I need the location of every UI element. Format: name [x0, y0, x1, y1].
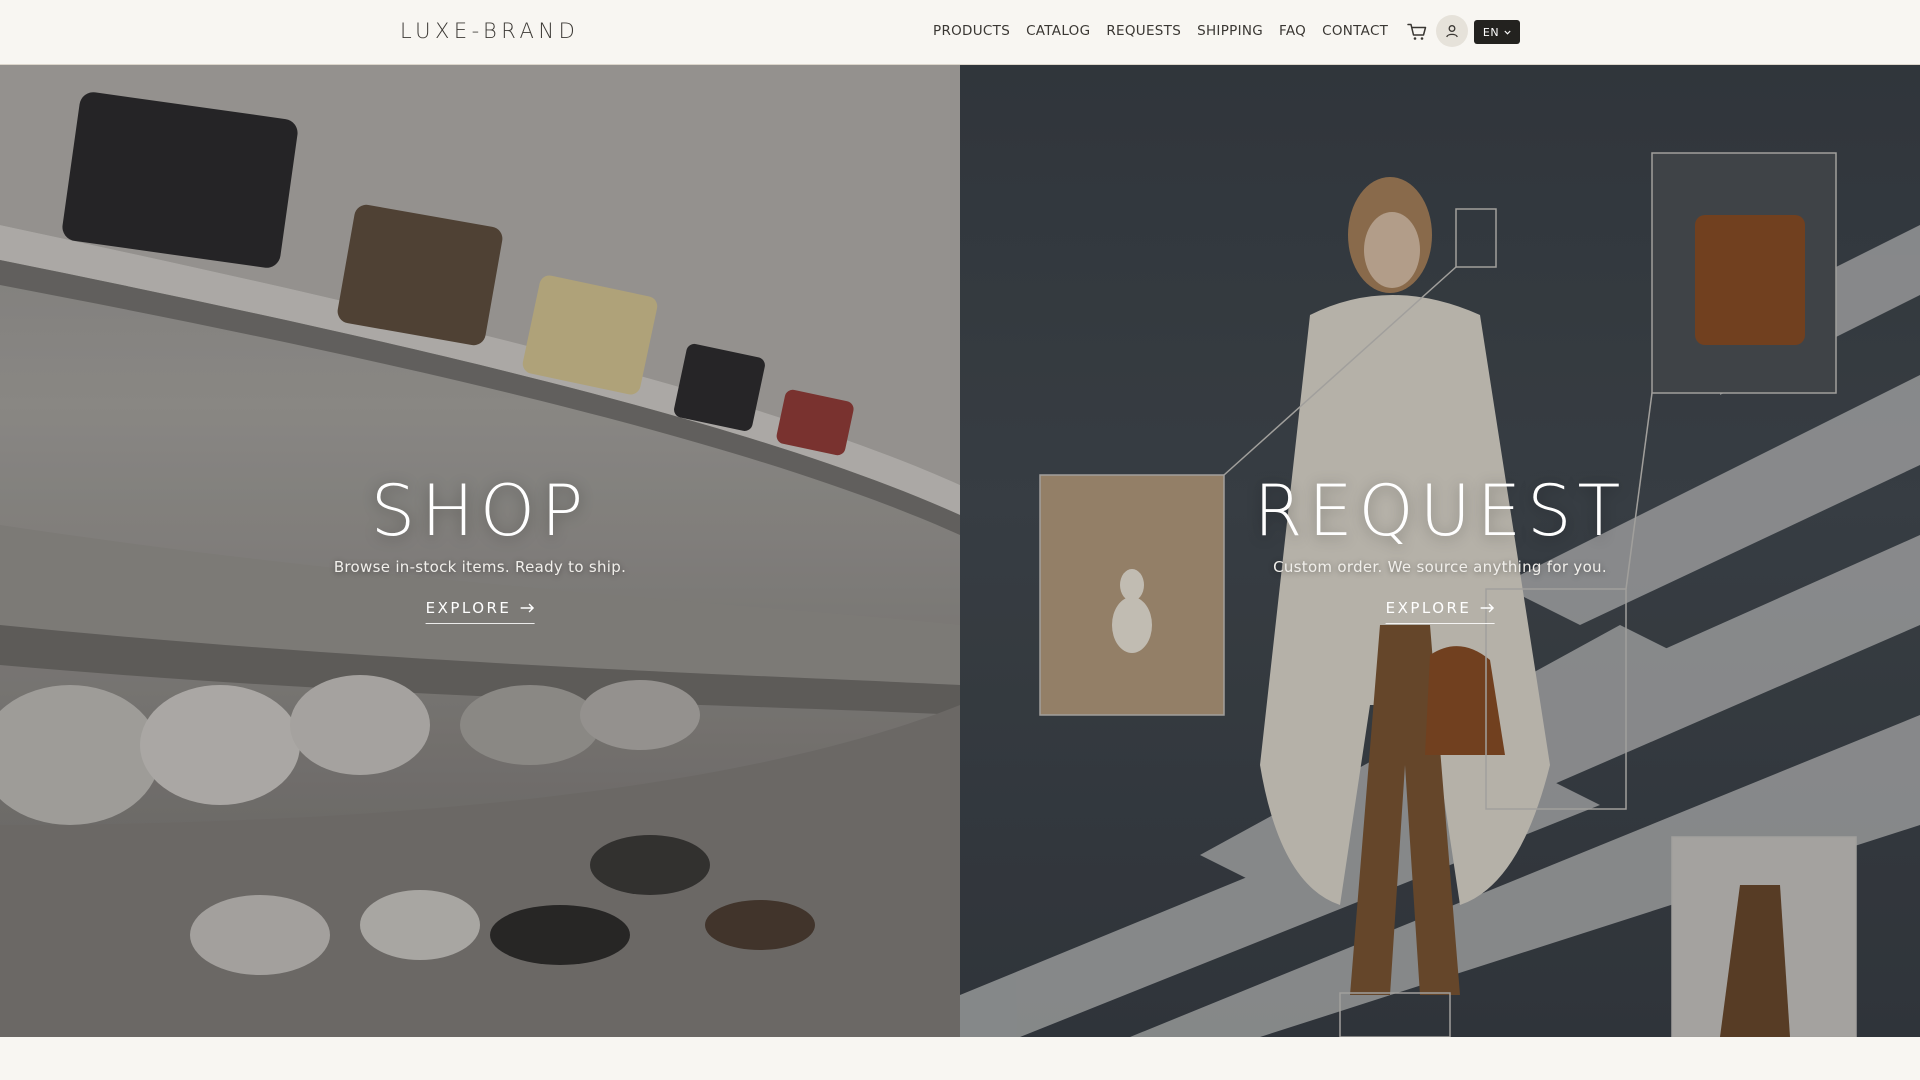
shop-title: SHOP: [370, 470, 590, 552]
site-header: LUXE-BRAND PRODUCTS CATALOG REQUESTS SHI…: [0, 0, 1920, 65]
chevron-down-icon: [1504, 30, 1511, 35]
request-title: REQUEST: [1253, 470, 1627, 552]
shop-hero-panel[interactable]: SHOP Browse in-stock items. Ready to shi…: [0, 65, 960, 1037]
cart-button[interactable]: [1405, 20, 1429, 44]
request-hero-panel[interactable]: REQUEST Custom order. We source anything…: [960, 65, 1920, 1037]
brand-logo[interactable]: LUXE-BRAND: [400, 19, 579, 43]
request-explore-label: EXPLORE: [1385, 599, 1472, 617]
nav-catalog[interactable]: CATALOG: [1026, 23, 1090, 39]
language-label: EN: [1482, 25, 1500, 39]
request-explore-link[interactable]: EXPLORE: [1385, 599, 1495, 624]
nav-contact[interactable]: CONTACT: [1322, 23, 1388, 39]
user-icon: [1446, 25, 1458, 38]
main-nav: PRODUCTS CATALOG REQUESTS SHIPPING FAQ C…: [933, 23, 1404, 39]
language-selector[interactable]: EN: [1474, 20, 1520, 44]
below-fold-strip: [0, 1037, 1920, 1080]
arrow-right-icon: [520, 603, 534, 613]
shop-subtitle: Browse in-stock items. Ready to ship.: [333, 558, 627, 576]
nav-requests[interactable]: REQUESTS: [1106, 23, 1181, 39]
account-button[interactable]: [1436, 15, 1468, 47]
request-subtitle: Custom order. We source anything for you…: [1273, 558, 1607, 576]
nav-shipping[interactable]: SHIPPING: [1197, 23, 1263, 39]
nav-faq[interactable]: FAQ: [1279, 23, 1306, 39]
nav-products[interactable]: PRODUCTS: [933, 23, 1010, 39]
cart-icon: [1407, 23, 1427, 40]
shop-explore-label: EXPLORE: [425, 599, 512, 617]
shop-explore-link[interactable]: EXPLORE: [425, 599, 535, 624]
arrow-right-icon: [1480, 603, 1494, 613]
